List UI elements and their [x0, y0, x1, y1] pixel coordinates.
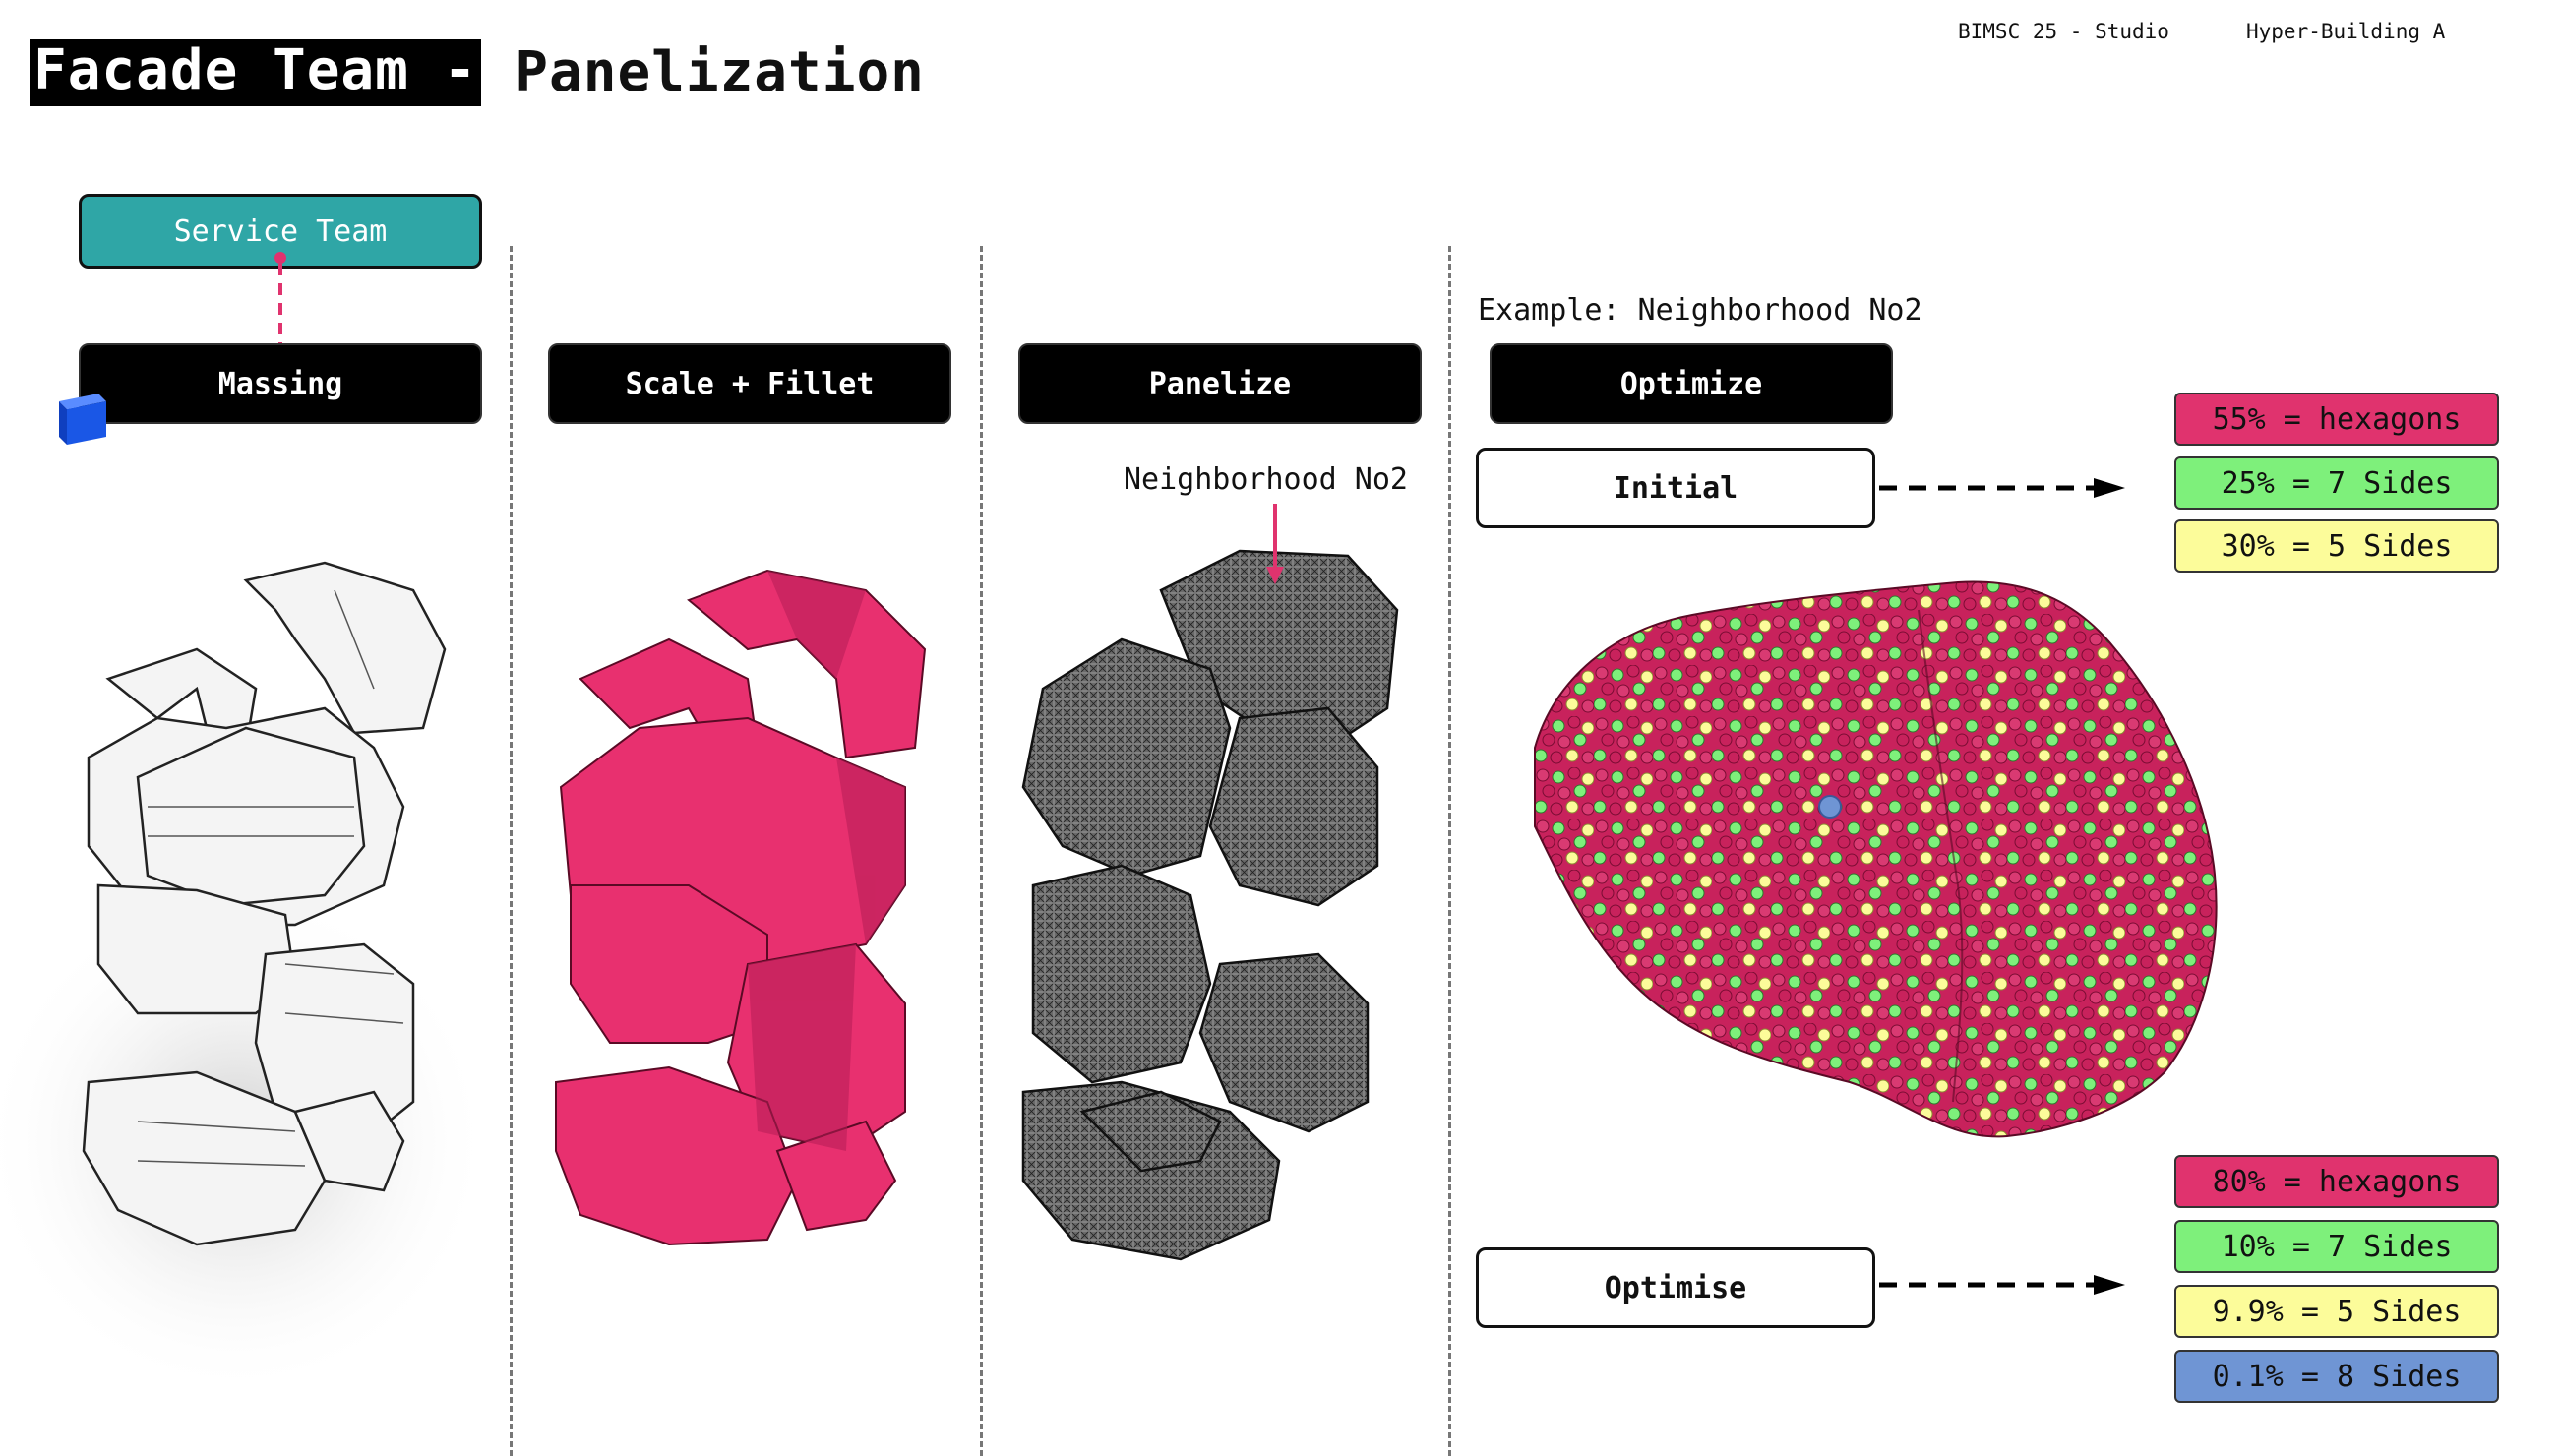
- example-label: Example: Neighborhood No2: [1478, 293, 1922, 328]
- column-divider: [1448, 246, 1451, 1456]
- course-label: BIMSC 25 - Studio: [1958, 20, 2169, 43]
- step-optimize-button[interactable]: Optimize: [1490, 343, 1893, 424]
- optimise-stat-7-sides: 10% = 7 Sides: [2174, 1220, 2499, 1273]
- optimise-button[interactable]: Optimise: [1476, 1247, 1875, 1328]
- optimized-panel-model-illustration: [1534, 580, 2218, 1138]
- initial-button[interactable]: Initial: [1476, 448, 1875, 528]
- project-label: Hyper-Building A: [2246, 20, 2446, 43]
- initial-stat-hexagons: 55% = hexagons: [2174, 393, 2499, 446]
- title-highlight: Facade Team -: [30, 39, 482, 106]
- optimise-stat-5-sides: 9.9% = 5 Sides: [2174, 1285, 2499, 1338]
- column-divider: [980, 246, 983, 1456]
- initial-stat-7-sides: 25% = 7 Sides: [2174, 456, 2499, 510]
- optimise-stat-8-sides: 0.1% = 8 Sides: [2174, 1350, 2499, 1403]
- optimise-stat-hexagons: 80% = hexagons: [2174, 1155, 2499, 1208]
- step-massing-button[interactable]: Massing: [79, 343, 482, 424]
- step-panelize-button[interactable]: Panelize: [1018, 343, 1422, 424]
- step-scale-fillet-button[interactable]: Scale + Fillet: [548, 343, 951, 424]
- title-rest: Panelization: [515, 40, 925, 104]
- page-title: Facade Team - Panelization: [30, 39, 925, 106]
- column-divider: [510, 246, 513, 1456]
- panelize-annotation-label: Neighborhood No2: [1124, 462, 1408, 497]
- initial-stat-5-sides: 30% = 5 Sides: [2174, 519, 2499, 573]
